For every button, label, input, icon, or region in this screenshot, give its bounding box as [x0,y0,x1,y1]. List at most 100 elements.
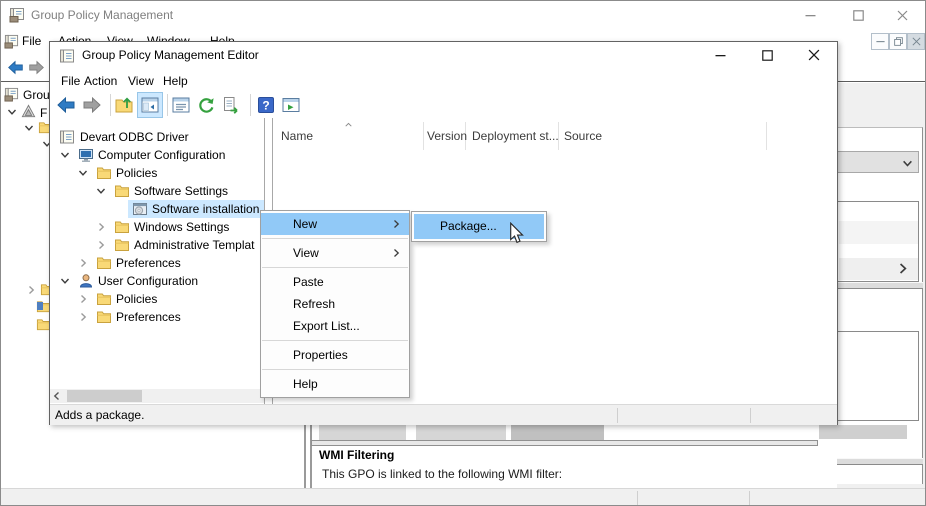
tree-item-windows-settings[interactable]: Windows Settings [50,218,265,236]
expander-closed-icon[interactable] [78,294,88,304]
main-minimize-button[interactable] [787,1,833,29]
gpme-menu-help[interactable]: Help [163,70,188,92]
expander-closed-icon[interactable] [96,222,106,232]
mdi-close-button[interactable] [907,33,925,50]
background-button[interactable] [416,425,506,440]
refresh-icon[interactable] [196,95,216,115]
folder-icon [96,255,112,271]
statusbar-divider [750,408,751,423]
main-menu-file[interactable]: File [22,33,41,49]
menu-item-paste[interactable]: Paste [261,271,409,293]
submenu-arrow-icon [391,219,401,229]
main-close-button[interactable] [879,1,925,29]
main-back-icon[interactable] [7,59,24,76]
statusbar-divider [637,491,638,505]
mdi-minimize-button[interactable] [871,33,889,50]
expander-closed-icon[interactable] [78,258,88,268]
menu-item-help[interactable]: Help [261,373,409,395]
tree-item-software-installation[interactable]: Software installation [50,200,265,218]
folder-icon [114,183,130,199]
security-filtering-list[interactable] [837,331,919,421]
expander-open-icon[interactable] [96,186,106,196]
export-list-icon[interactable] [221,95,241,115]
wmi-filtering-description: This GPO is linked to the following WMI … [322,467,562,481]
column-header-source[interactable]: Source [564,128,602,144]
status-text: Adds a package. [55,405,144,425]
tree-item-user-configuration[interactable]: User Configuration [50,272,265,290]
show-hide-action-pane-icon[interactable] [171,95,191,115]
show-in-new-window-icon[interactable] [281,95,301,115]
expander-closed-icon[interactable] [78,312,88,322]
column-divider[interactable] [766,122,767,150]
menu-item-package[interactable]: Package... [414,214,544,239]
tree-item-preferences[interactable]: Preferences [50,254,265,272]
background-button[interactable] [511,425,604,440]
expander-open-icon[interactable] [78,168,88,178]
main-maximize-button[interactable] [835,1,881,29]
menu-item-export-list[interactable]: Export List... [261,315,409,337]
main-titlebar[interactable]: Group Policy Management [1,1,926,29]
menu-separator [262,369,408,370]
pane-splitter[interactable] [304,425,306,488]
main-statusbar [1,488,926,506]
display-links-dropdown[interactable] [837,151,919,173]
menu-item-view[interactable]: View [261,242,409,264]
back-icon[interactable] [56,95,76,115]
tree-item-preferences-user[interactable]: Preferences [50,308,265,326]
background-button[interactable] [319,425,406,440]
sort-ascending-icon [344,121,353,129]
menu-item-properties[interactable]: Properties [261,344,409,366]
background-tree-forest-label[interactable]: F [40,106,47,120]
tree-item-software-settings[interactable]: Software Settings [50,182,265,200]
forward-icon[interactable] [82,95,102,115]
help-icon[interactable] [256,95,276,115]
show-hide-console-tree-icon[interactable] [140,95,160,115]
expander-open-icon[interactable] [60,150,70,160]
background-tree-gpm-icon [4,87,19,102]
background-tree-root-label[interactable]: Grou [23,88,50,102]
console-menubar-icon [4,34,19,49]
column-header-name[interactable]: Name [281,128,313,144]
toolbar-separator [250,94,251,116]
gpme-close-button[interactable] [791,42,837,68]
background-button[interactable] [819,425,907,439]
folder-icon [96,309,112,325]
background-expander-closed-icon[interactable] [26,285,36,295]
pane-splitter[interactable] [310,425,312,488]
tree-item-computer-configuration[interactable]: Computer Configuration [50,146,265,164]
tree-item-policies[interactable]: Policies [50,164,265,182]
tree-item-policies-user[interactable]: Policies [50,290,265,308]
gpme-statusbar: Adds a package. [50,404,837,425]
scroll-left-icon[interactable] [52,391,62,401]
expander-open-icon[interactable] [60,276,70,286]
gpme-minimize-button[interactable] [697,42,743,68]
gpme-menu-action[interactable]: Action [84,70,117,92]
scrollbar-thumb[interactable] [67,390,142,402]
list-row [839,221,918,244]
background-expander-open-icon[interactable] [7,107,17,117]
column-header-deployment-state[interactable]: Deployment st... [472,128,559,144]
main-forward-icon[interactable] [28,59,45,76]
gpmc-app-icon [9,7,25,23]
up-one-level-icon[interactable] [114,95,134,115]
menu-item-refresh[interactable]: Refresh [261,293,409,315]
mdi-restore-button[interactable] [889,33,907,50]
statusbar-divider [749,491,750,505]
tree-item-devart-odbc-driver[interactable]: Devart ODBC Driver [50,128,265,146]
gpme-menu-file[interactable]: File [61,70,80,92]
gpme-maximize-button[interactable] [744,42,790,68]
expander-closed-icon[interactable] [96,240,106,250]
column-divider[interactable] [423,122,424,150]
tree-hscrollbar[interactable] [50,389,264,403]
menu-item-new[interactable]: New [261,213,409,235]
background-expander-open-icon[interactable] [24,123,34,133]
column-header-version[interactable]: Version [427,128,467,144]
links-list[interactable] [837,201,919,282]
chevron-down-icon [902,158,913,169]
submenu-arrow-icon [391,248,401,258]
folder-icon [114,237,130,253]
gpme-menu-view[interactable]: View [128,70,154,92]
gpme-window-title: Group Policy Management Editor [82,42,259,69]
main-window-title: Group Policy Management [31,1,173,29]
tree-item-administrative-templates[interactable]: Administrative Templat [50,236,265,254]
